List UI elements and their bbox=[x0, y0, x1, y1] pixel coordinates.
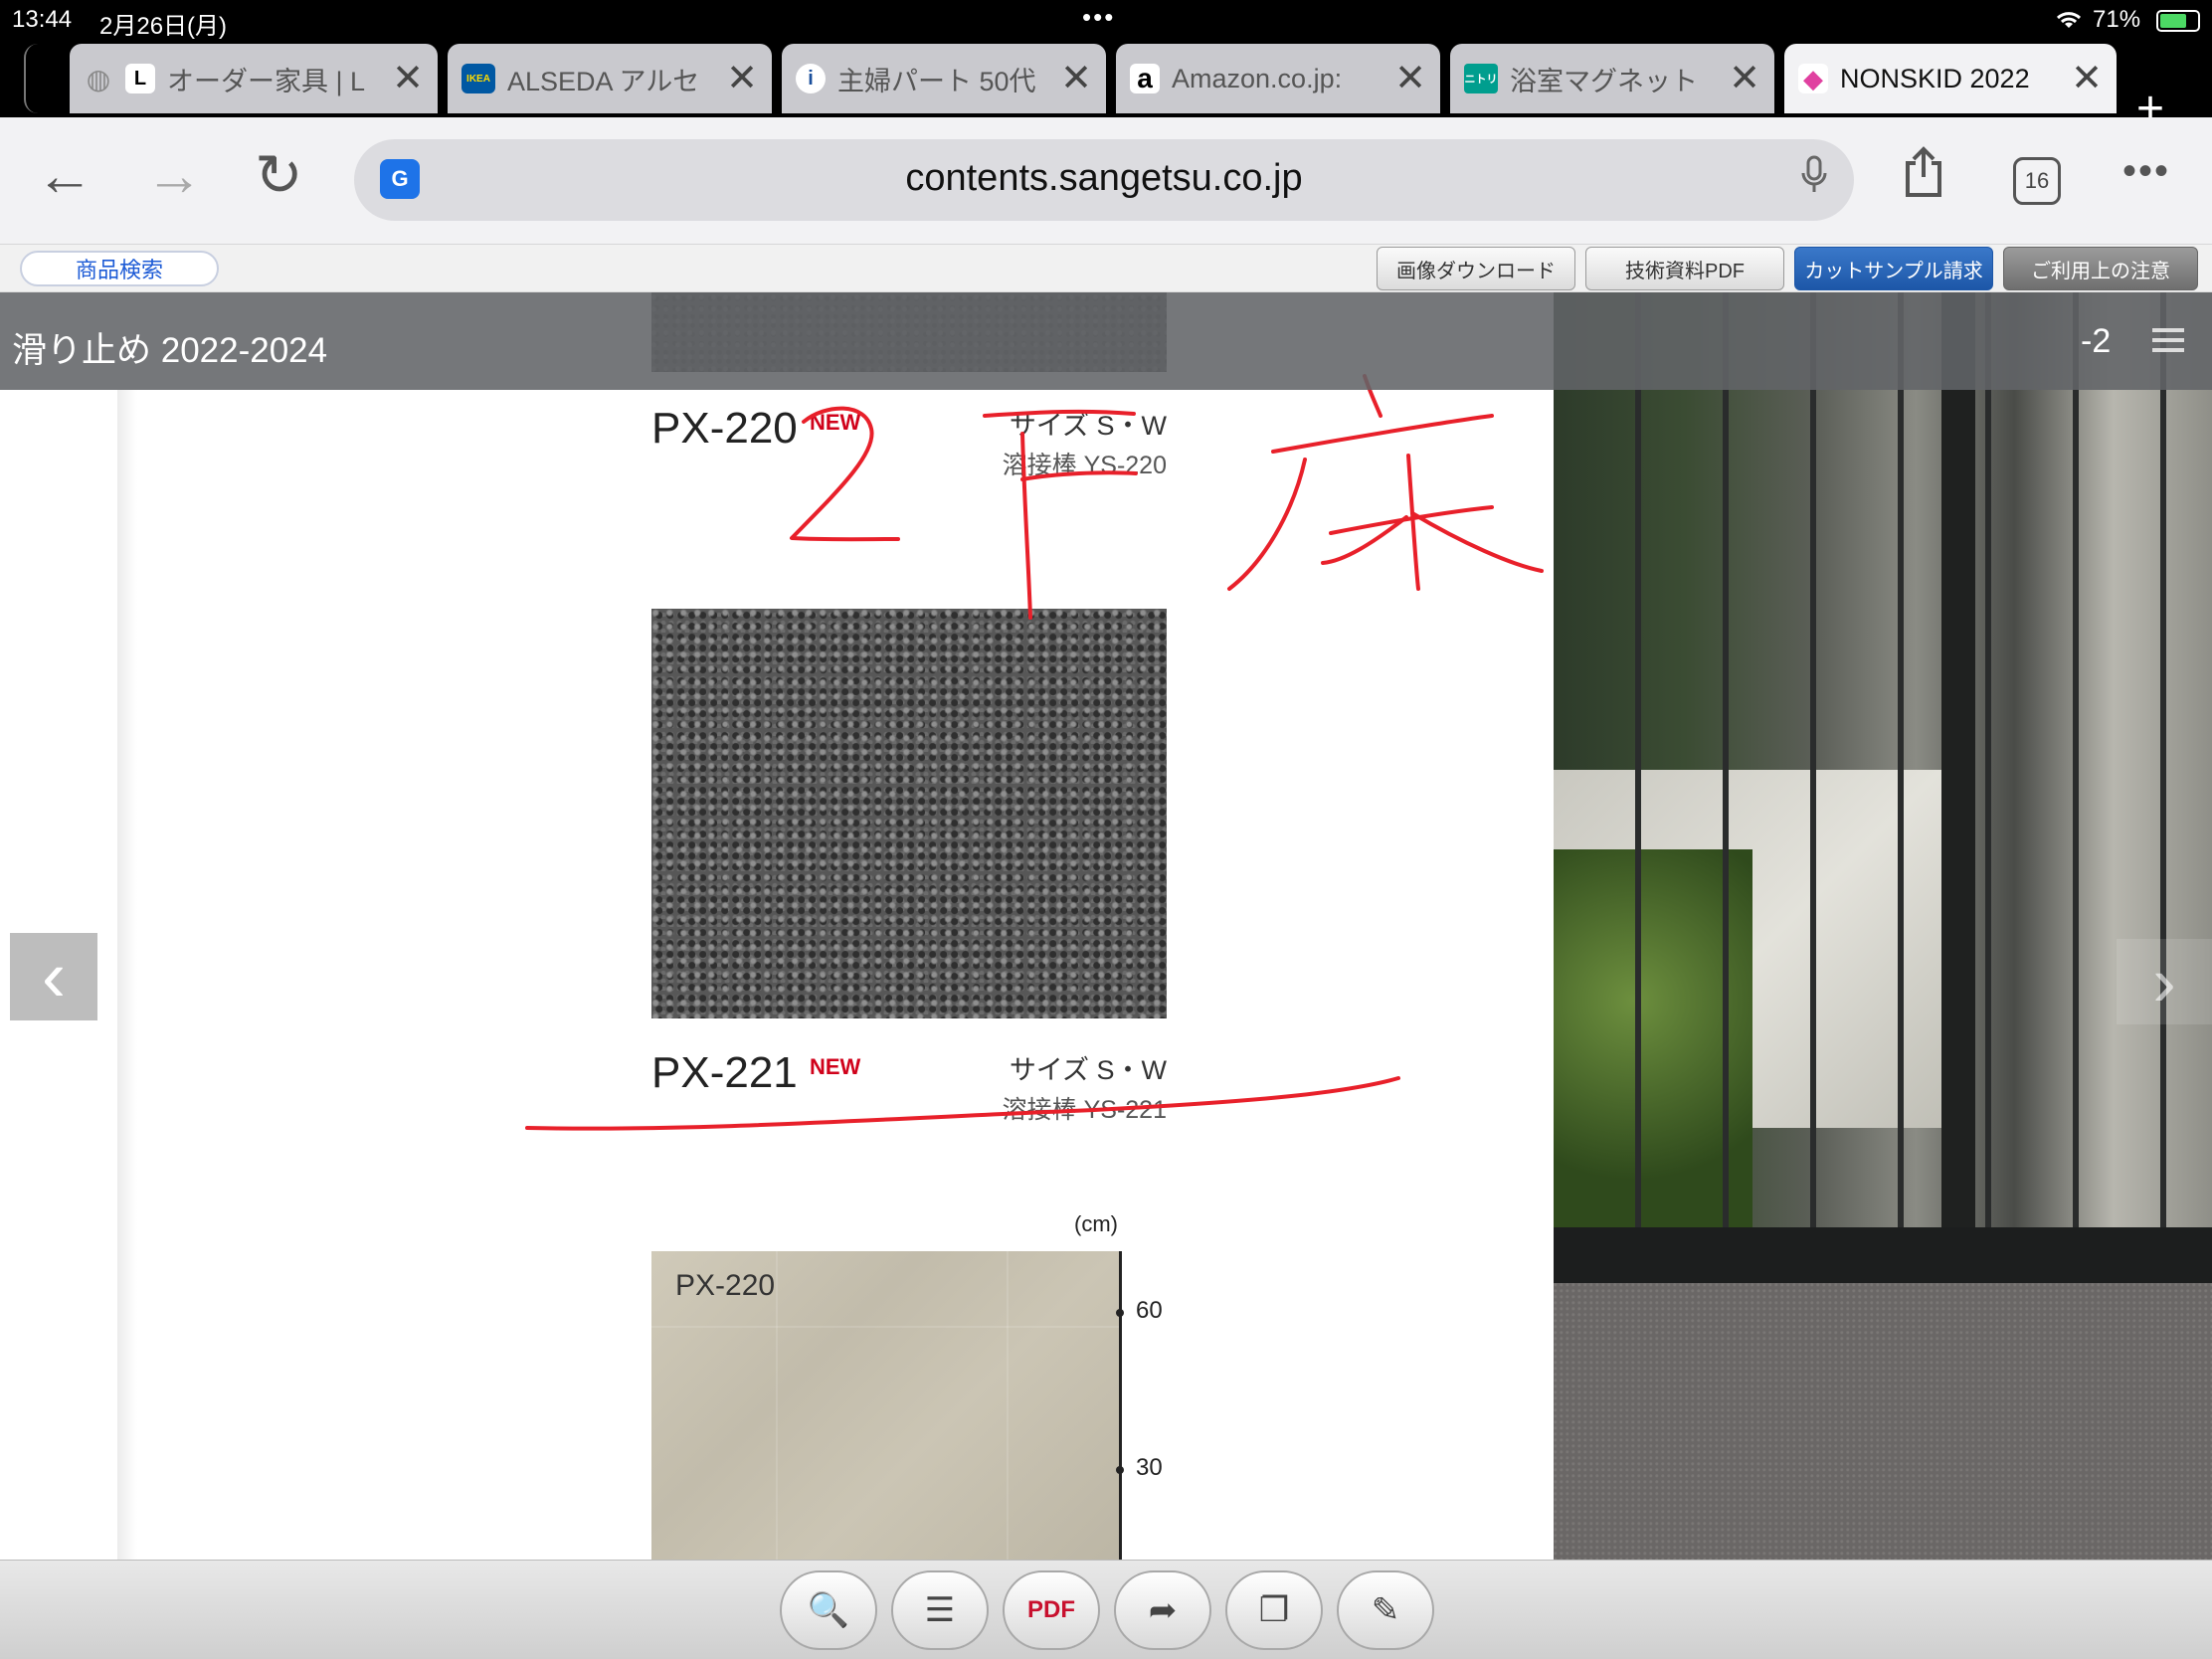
list-icon[interactable]: ☰ bbox=[891, 1570, 989, 1650]
catalog-viewer: 商品検索 画像ダウンロード 技術資料PDF カットサンプル請求 ご利用上の注意 … bbox=[0, 245, 2212, 1560]
forward-button[interactable]: → bbox=[145, 147, 203, 205]
tab-title: Amazon.co.jp: bbox=[1172, 63, 1343, 93]
tile-sample-px220[interactable]: PX-220 bbox=[651, 1251, 1121, 1560]
photo-post bbox=[1941, 292, 1975, 1247]
tab-favicon-icon: a bbox=[1130, 63, 1160, 93]
tab-amazon[interactable]: a Amazon.co.jp: ✕ bbox=[1116, 44, 1440, 113]
new-badge: NEW bbox=[810, 410, 861, 435]
scale-tick bbox=[1116, 1466, 1124, 1474]
tab-close-icon[interactable]: ✕ bbox=[1729, 60, 1760, 97]
share-arrow-icon[interactable]: ➦ bbox=[1114, 1570, 1211, 1650]
wifi-icon bbox=[2053, 6, 2085, 37]
size-label: サイズ S・W bbox=[1009, 1055, 1167, 1085]
previous-page-button[interactable]: ‹ bbox=[10, 933, 97, 1020]
tab-alseda[interactable]: IKEA ALSEDA アルセ ✕ bbox=[448, 44, 772, 113]
battery-percent: 71% bbox=[2093, 6, 2141, 33]
scale-tick-label: 30 bbox=[1136, 1454, 1163, 1481]
tab-favicon-icon: ◆ bbox=[1798, 64, 1828, 93]
tab-part-time[interactable]: i 主婦パート 50代 ✕ bbox=[782, 44, 1106, 113]
tab-order-furniture[interactable]: ◍ L オーダー家具 | L ✕ bbox=[70, 44, 438, 113]
next-page-button[interactable]: › bbox=[2117, 939, 2212, 1024]
tab-nitori[interactable]: ニトリ 浴室マグネット ✕ bbox=[1450, 44, 1774, 113]
usage-notes-button[interactable]: ご利用上の注意 bbox=[2003, 247, 2198, 290]
status-time: 13:44 bbox=[12, 6, 73, 33]
swatch-px221[interactable] bbox=[651, 609, 1167, 1018]
back-button[interactable]: ← bbox=[36, 147, 93, 205]
bookmark-icon[interactable]: ❐ bbox=[1225, 1570, 1323, 1650]
scale-tick bbox=[1116, 1309, 1124, 1317]
more-menu-icon[interactable]: ••• bbox=[2122, 149, 2170, 194]
tab-nonskid[interactable]: ◆ NONSKID 2022 ✕ bbox=[1784, 44, 2117, 113]
product-code: PX-221 bbox=[651, 1048, 798, 1097]
page-shadow bbox=[117, 390, 137, 1560]
browser-toolbar: ← → ↻ G contents.sangetsu.co.jp 16 ••• bbox=[0, 117, 2212, 245]
image-download-button[interactable]: 画像ダウンロード bbox=[1377, 247, 1575, 290]
welding-rod-label: 溶接棒 YS-220 bbox=[1002, 452, 1167, 479]
tab-title: 浴室マグネット bbox=[1510, 66, 1698, 96]
pdf-icon[interactable]: PDF bbox=[1003, 1570, 1100, 1650]
tab-title: 主婦パート 50代 bbox=[837, 66, 1036, 96]
photo-floor-surface bbox=[1554, 1283, 2212, 1560]
new-badge: NEW bbox=[810, 1054, 861, 1079]
product-search-button[interactable]: 商品検索 bbox=[20, 251, 219, 286]
hamburger-menu-icon[interactable] bbox=[2152, 328, 2184, 352]
tab-favicon-icon: IKEA bbox=[461, 64, 495, 93]
tab-favicon-icon: i bbox=[796, 64, 826, 93]
tab-strip: ◍ L オーダー家具 | L ✕ IKEA ALSEDA アルセ ✕ i 主婦パ… bbox=[0, 40, 2212, 133]
status-date: 2月26日(月) bbox=[99, 13, 228, 40]
technical-pdf-button[interactable]: 技術資料PDF bbox=[1585, 247, 1784, 290]
welding-rod-label: 溶接棒 YS-221 bbox=[1002, 1096, 1167, 1124]
tab-close-icon[interactable]: ✕ bbox=[1060, 60, 1092, 97]
balcony-photo: › bbox=[1554, 292, 2212, 1560]
page-number: -2 bbox=[2081, 322, 2112, 360]
tab-title: NONSKID 2022 bbox=[1840, 63, 2030, 93]
photo-ledge bbox=[1554, 1227, 2212, 1283]
globe-favicon-icon: ◍ bbox=[86, 63, 111, 94]
viewer-bottom-toolbar: 🔍 ☰ PDF ➦ ❐ ✎ bbox=[0, 1560, 2212, 1659]
tab-title: オーダー家具 | L bbox=[167, 66, 366, 96]
status-bar: 13:44 2月26日(月) ••• 71% bbox=[0, 0, 2212, 40]
address-bar[interactable]: G contents.sangetsu.co.jp bbox=[354, 139, 1854, 221]
viewer-action-bar: 商品検索 画像ダウンロード 技術資料PDF カットサンプル請求 ご利用上の注意 bbox=[0, 245, 2212, 292]
tab-close-icon[interactable]: ✕ bbox=[1394, 60, 1426, 97]
photo-railing bbox=[1554, 292, 2212, 1237]
pdf-label: PDF bbox=[1027, 1596, 1075, 1623]
reload-button[interactable]: ↻ bbox=[255, 147, 303, 205]
catalog-title-bar: 滑り止め 2022-2024 -2 bbox=[0, 292, 2212, 390]
search-icon[interactable]: 🔍 bbox=[780, 1570, 877, 1650]
catalog-title: 滑り止め 2022-2024 bbox=[12, 331, 328, 370]
product-code: PX-220 bbox=[651, 404, 798, 453]
url-text[interactable]: contents.sangetsu.co.jp bbox=[354, 157, 1854, 200]
scale-unit: (cm) bbox=[1074, 1211, 1118, 1236]
tab-stack-indicator bbox=[24, 44, 64, 113]
tab-title: ALSEDA アルセ bbox=[507, 66, 700, 96]
tab-close-icon[interactable]: ✕ bbox=[2071, 60, 2103, 97]
multitasking-dots-icon[interactable]: ••• bbox=[1082, 2, 1115, 33]
share-icon[interactable] bbox=[1902, 145, 1945, 211]
size-label: サイズ S・W bbox=[1009, 411, 1167, 441]
tab-favicon-icon: L bbox=[125, 64, 155, 93]
tab-favicon-icon: ニトリ bbox=[1464, 64, 1498, 93]
scale-tick-label: 60 bbox=[1136, 1297, 1163, 1324]
tile-sample-label: PX-220 bbox=[675, 1269, 776, 1302]
microphone-icon[interactable] bbox=[1800, 155, 1828, 205]
tab-close-icon[interactable]: ✕ bbox=[392, 60, 424, 97]
tab-close-icon[interactable]: ✕ bbox=[726, 60, 758, 97]
scale-axis bbox=[1119, 1251, 1122, 1560]
tab-count-button[interactable]: 16 bbox=[2013, 157, 2061, 205]
battery-icon bbox=[2156, 10, 2200, 32]
cut-sample-request-button[interactable]: カットサンプル請求 bbox=[1794, 247, 1993, 290]
pen-icon[interactable]: ✎ bbox=[1337, 1570, 1434, 1650]
